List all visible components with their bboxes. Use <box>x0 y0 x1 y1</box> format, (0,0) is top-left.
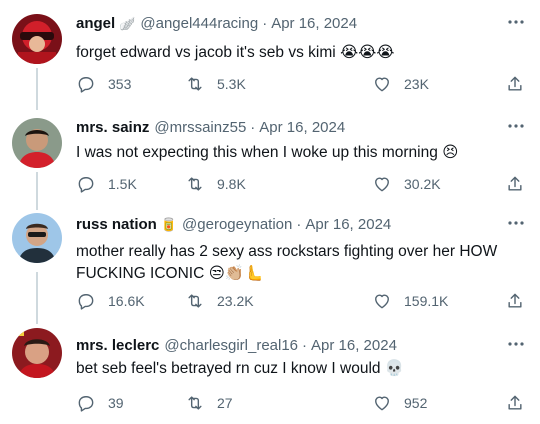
like-count: 952 <box>404 395 428 411</box>
user-handle[interactable]: @charlesgirl_real16 <box>164 337 298 354</box>
more-dots-icon[interactable] <box>506 116 526 136</box>
avatar[interactable] <box>12 213 62 263</box>
share-button[interactable] <box>505 174 525 194</box>
retweet-button[interactable]: 23.2K <box>185 291 254 311</box>
heart-outline-icon <box>375 177 389 192</box>
tweet-header: angel 🪽 @angel444racing · Apr 16, 2024 <box>76 12 357 34</box>
share-upload-icon <box>508 293 522 308</box>
reply-button[interactable]: 1.5K <box>76 174 137 194</box>
display-name[interactable]: russ nation <box>76 216 157 233</box>
tweet-actions: 1.5K 9.8K 30.2K <box>70 174 530 196</box>
reply-count: 16.6K <box>108 293 145 309</box>
avatar[interactable] <box>12 328 62 378</box>
tweet-actions: 353 5.3K 23K <box>70 74 530 96</box>
wing-icon: 🪽 <box>119 15 136 31</box>
tweet-date[interactable]: Apr 16, 2024 <box>259 119 345 136</box>
more-dots-icon[interactable] <box>506 334 526 354</box>
heart-outline-icon <box>375 77 389 92</box>
retweet-count: 23.2K <box>217 293 254 309</box>
retweet-count: 9.8K <box>217 176 246 192</box>
retweet-count: 5.3K <box>217 76 246 92</box>
separator-dot: · <box>302 336 308 354</box>
heart-outline-icon <box>375 396 389 411</box>
tweet-text: bet seb feel's betrayed rn cuz I know I … <box>76 360 405 377</box>
share-button[interactable] <box>505 291 525 311</box>
retweet-count: 27 <box>217 395 233 411</box>
tweet-header: russ nation 🥫 @gerogeynation · Apr 16, 2… <box>76 213 391 235</box>
reply-button[interactable]: 39 <box>76 393 124 413</box>
heart-outline-icon <box>375 294 389 309</box>
tin-can-icon: 🥫 <box>160 216 178 232</box>
avatar[interactable] <box>12 14 62 64</box>
more-dots-icon[interactable] <box>506 12 526 32</box>
separator-dot: · <box>296 215 302 233</box>
tweet-date[interactable]: Apr 16, 2024 <box>271 15 357 32</box>
share-button[interactable] <box>505 393 525 413</box>
like-count: 30.2K <box>404 176 441 192</box>
share-upload-icon <box>508 176 522 191</box>
like-button[interactable]: 23K <box>372 74 429 94</box>
tweet[interactable]: mrs. leclerc @charlesgirl_real16 · Apr 1… <box>0 328 540 420</box>
separator-dot: · <box>262 14 268 32</box>
tweet[interactable]: russ nation 🥫 @gerogeynation · Apr 16, 2… <box>0 213 540 317</box>
avatar[interactable] <box>12 118 62 168</box>
tweet-date[interactable]: Apr 16, 2024 <box>305 216 391 233</box>
display-name[interactable]: mrs. leclerc <box>76 337 159 354</box>
reply-count: 1.5K <box>108 176 137 192</box>
tweet-actions: 16.6K 23.2K 159.1K <box>70 291 530 313</box>
user-handle[interactable]: @gerogeynation <box>182 216 292 233</box>
retweet-button[interactable]: 27 <box>185 393 233 413</box>
tweet-text: I was not expecting this when I woke up … <box>76 144 459 161</box>
like-count: 23K <box>404 76 429 92</box>
like-button[interactable]: 952 <box>372 393 427 413</box>
tweet-actions: 39 27 952 <box>70 393 530 415</box>
reply-count: 39 <box>108 395 124 411</box>
retweet-arrows-icon <box>188 77 202 91</box>
like-button[interactable]: 30.2K <box>372 174 441 194</box>
share-upload-icon <box>508 395 522 410</box>
display-name[interactable]: mrs. sainz <box>76 119 149 136</box>
speech-bubble-icon <box>78 177 94 193</box>
share-button[interactable] <box>505 74 525 94</box>
user-handle[interactable]: @mrssainz55 <box>154 119 246 136</box>
retweet-button[interactable]: 9.8K <box>185 174 246 194</box>
speech-bubble-icon <box>78 77 94 93</box>
speech-bubble-icon <box>78 294 94 310</box>
speech-bubble-icon <box>78 396 94 412</box>
share-upload-icon <box>508 76 522 91</box>
reply-count: 353 <box>108 76 132 92</box>
tweet[interactable]: angel 🪽 @angel444racing · Apr 16, 2024 f… <box>0 12 540 98</box>
tweet-date[interactable]: Apr 16, 2024 <box>311 337 397 354</box>
reply-button[interactable]: 353 <box>76 74 131 94</box>
tweet-header: mrs. sainz @mrssainz55 · Apr 16, 2024 <box>76 116 345 138</box>
tweet-header: mrs. leclerc @charlesgirl_real16 · Apr 1… <box>76 334 397 356</box>
like-count: 159.1K <box>404 293 449 309</box>
user-handle[interactable]: @angel444racing <box>140 15 258 32</box>
separator-dot: · <box>250 118 256 136</box>
more-dots-icon[interactable] <box>506 213 526 233</box>
retweet-arrows-icon <box>188 294 202 308</box>
retweet-arrows-icon <box>188 396 202 410</box>
tweet-text: mother really has 2 sexy ass rockstars f… <box>76 243 498 282</box>
display-name[interactable]: angel <box>76 15 115 32</box>
retweet-arrows-icon <box>188 177 202 191</box>
reply-button[interactable]: 16.6K <box>76 291 145 311</box>
tweet[interactable]: mrs. sainz @mrssainz55 · Apr 16, 2024 I … <box>0 116 540 202</box>
like-button[interactable]: 159.1K <box>372 291 448 311</box>
tweet-text: forget edward vs jacob it's seb vs kimi … <box>76 44 395 61</box>
retweet-button[interactable]: 5.3K <box>185 74 246 94</box>
